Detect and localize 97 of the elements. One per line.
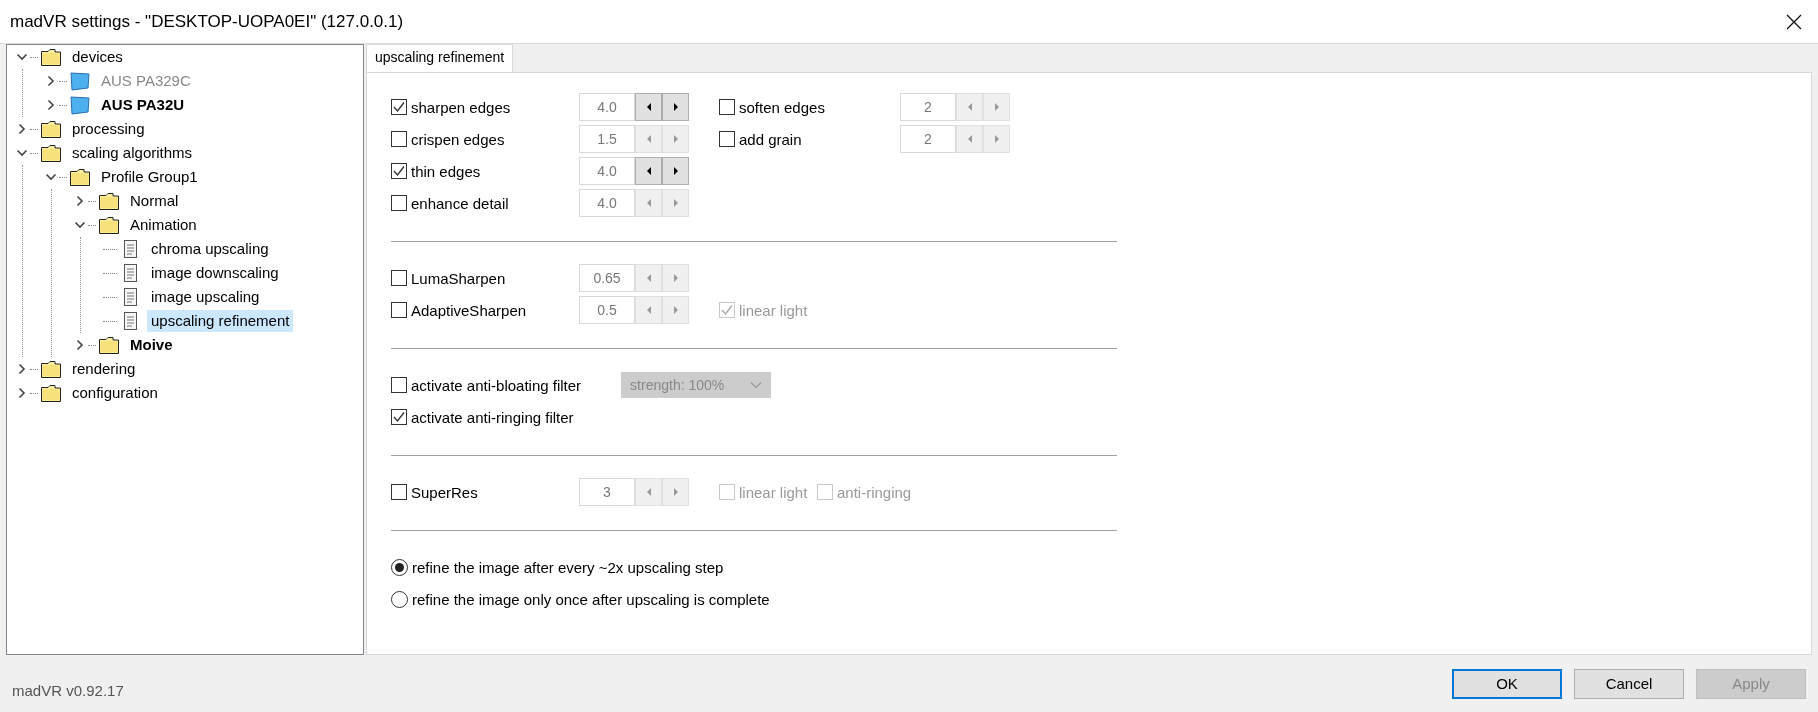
checkbox-label: activate anti-bloating filter [411, 376, 582, 394]
tree-item[interactable]: devices [68, 46, 127, 68]
triangle-left-icon [645, 103, 652, 111]
monitor-icon [69, 95, 91, 115]
checkbox[interactable] [719, 131, 735, 147]
checkbox-label: SuperRes [411, 483, 478, 501]
folder-icon [98, 335, 120, 355]
folder-icon [69, 167, 91, 187]
checkbox[interactable] [391, 195, 407, 211]
window-title: madVR settings - "DESKTOP-UOPA0EI" (127.0.0.1) [10, 11, 404, 32]
folder-icon [40, 359, 62, 379]
checkmark-icon [392, 100, 406, 114]
tree-item[interactable]: configuration [68, 382, 162, 404]
triangle-right-icon [993, 103, 1000, 111]
chevron-down-icon[interactable] [16, 147, 28, 159]
chevron-right-icon[interactable] [16, 123, 28, 135]
triangle-left-icon [645, 306, 652, 314]
checkmark-icon [392, 164, 406, 178]
checkbox-label: LumaSharpen [411, 269, 506, 287]
checkbox[interactable] [391, 163, 407, 179]
checkbox-label: thin edges [411, 162, 481, 180]
checkbox-label: AdaptiveSharpen [411, 301, 527, 319]
checkbox-label: sharpen edges [411, 98, 511, 116]
triangle-right-icon [672, 103, 679, 111]
folder-icon [40, 143, 62, 163]
chevron-right-icon[interactable] [74, 339, 86, 351]
triangle-right-icon [672, 167, 679, 175]
chevron-right-icon[interactable] [16, 387, 28, 399]
triangle-right-icon [672, 135, 679, 143]
checkbox[interactable] [391, 377, 407, 393]
triangle-right-icon [993, 135, 1000, 143]
tree-item[interactable]: image upscaling [147, 286, 264, 308]
folder-icon [98, 215, 120, 235]
tree-item[interactable]: Animation [126, 214, 201, 236]
triangle-left-icon [645, 167, 652, 175]
decrement-button[interactable] [635, 93, 662, 121]
number-field[interactable]: 4.0 [579, 157, 635, 185]
checkbox-label: anti-ringing [837, 483, 912, 501]
checkbox-label: linear light [739, 301, 808, 319]
dialog-button[interactable]: OK [1452, 668, 1562, 699]
triangle-left-icon [966, 103, 973, 111]
checkmark-icon [720, 303, 734, 317]
tree-item[interactable]: Profile Group1 [97, 166, 202, 188]
checkbox[interactable] [391, 270, 407, 286]
triangle-left-icon [645, 274, 652, 282]
checkbox[interactable] [391, 131, 407, 147]
radio-label: refine the image only once after upscaling is complete [412, 590, 770, 608]
increment-button[interactable] [662, 157, 689, 185]
checkbox[interactable] [391, 409, 407, 425]
chevron-right-icon[interactable] [74, 195, 86, 207]
number-field[interactable]: 4.0 [579, 93, 635, 121]
dialog-button[interactable]: Cancel [1574, 668, 1684, 699]
tree-item[interactable]: image downscaling [147, 262, 283, 284]
triangle-right-icon [672, 488, 679, 496]
checkbox[interactable] [391, 484, 407, 500]
folder-icon [40, 47, 62, 67]
tree-item[interactable]: AUS PA32U [97, 94, 189, 116]
chevron-down-icon[interactable] [74, 219, 86, 231]
tree-item[interactable]: Moive [126, 334, 177, 356]
folder-icon [40, 383, 62, 403]
tree-item[interactable]: chroma upscaling [147, 238, 273, 260]
chevron-down-icon[interactable] [16, 51, 28, 63]
triangle-left-icon [645, 199, 652, 207]
checkbox[interactable] [391, 302, 407, 318]
checkbox-label: soften edges [739, 98, 825, 116]
chevron-down-icon[interactable] [45, 171, 57, 183]
triangle-left-icon [966, 135, 973, 143]
chevron-right-icon[interactable] [16, 363, 28, 375]
checkbox[interactable] [719, 99, 735, 115]
chevron-down-icon [750, 381, 763, 389]
checkbox-label: activate anti-ringing filter [411, 408, 574, 426]
tree-item[interactable]: rendering [68, 358, 140, 380]
tab[interactable]: upscaling refinement [366, 44, 514, 72]
monitor-icon [69, 71, 91, 91]
checkbox[interactable] [391, 99, 407, 115]
triangle-right-icon [672, 274, 679, 282]
tree-item[interactable]: upscaling refinement [147, 310, 294, 332]
tree-item[interactable]: processing [68, 118, 149, 140]
checkbox-label: enhance detail [411, 194, 509, 212]
version-label: madVR v0.92.17 [12, 682, 124, 699]
checkbox-label: crispen edges [411, 130, 505, 148]
checkbox-label: linear light [739, 483, 808, 501]
close-icon[interactable] [1786, 13, 1802, 30]
triangle-right-icon [672, 306, 679, 314]
folder-icon [40, 119, 62, 139]
chevron-right-icon[interactable] [45, 99, 57, 111]
tree-item[interactable]: Normal [126, 190, 183, 212]
triangle-left-icon [645, 488, 652, 496]
radio-label: refine the image after every ~2x upscaling step [412, 558, 724, 576]
triangle-right-icon [672, 199, 679, 207]
checkmark-icon [392, 410, 406, 424]
checkbox-label: add grain [739, 130, 802, 148]
triangle-left-icon [645, 135, 652, 143]
tree-item[interactable]: scaling algorithms [68, 142, 197, 164]
increment-button[interactable] [662, 93, 689, 121]
folder-icon [98, 191, 120, 211]
decrement-button[interactable] [635, 157, 662, 185]
